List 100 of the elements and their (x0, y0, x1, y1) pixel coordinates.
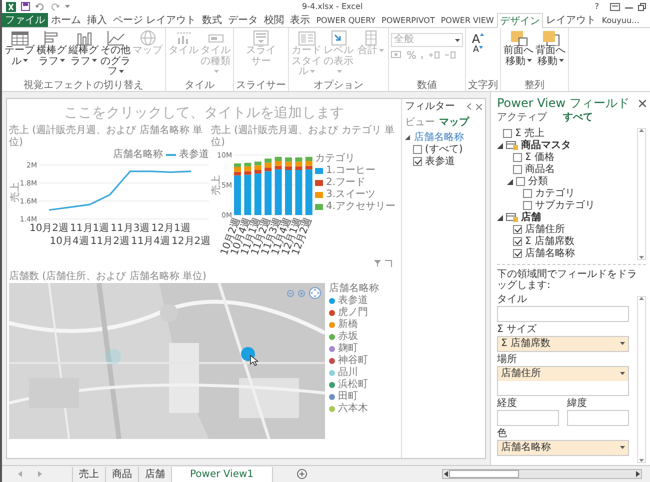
field-label[interactable]: 分類 (528, 176, 548, 188)
group-label: オプション (312, 80, 364, 91)
scroll-up-icon[interactable] (639, 296, 644, 300)
ribbon-options-icon[interactable] (610, 2, 620, 10)
decrease-font-button[interactable]: A (468, 46, 488, 55)
caret-icon (214, 70, 218, 73)
pane-tab[interactable]: アクティブ (497, 112, 547, 124)
close-icon[interactable] (639, 100, 646, 106)
collapse-arrow-icon[interactable] (497, 142, 503, 148)
ribbon-tab[interactable]: POWER QUERY (313, 13, 379, 27)
field-label[interactable]: Σ 価格 (525, 152, 554, 164)
ribbon-tab[interactable]: POWERPIVOT (378, 13, 438, 27)
expand-arrow-icon[interactable] (405, 135, 410, 140)
legend-label: 新橋 (338, 319, 358, 330)
ribbon-tab[interactable]: 挿入 (84, 13, 110, 27)
ribbon-tab[interactable]: デザイン (496, 13, 543, 28)
checkbox[interactable] (513, 225, 522, 234)
field-label[interactable]: カテゴリ (535, 188, 575, 200)
ribbon-button[interactable]: 背面へ移動 (535, 29, 566, 80)
checkbox[interactable] (503, 129, 512, 138)
ribbon-button[interactable]: テーブル (4, 29, 35, 80)
ribbon-button[interactable]: 前面へ移動 (503, 29, 534, 80)
filter-tab[interactable]: ビュー (405, 116, 435, 128)
axis-label: 11月2週 (90, 236, 130, 247)
drop-zone[interactable]: 店舗住所 (497, 366, 629, 396)
ribbon-button[interactable]: その他のグラフ (100, 29, 131, 80)
table-label[interactable]: 店舗 (521, 212, 541, 224)
ribbon-tab[interactable]: ページ レイアウト (110, 13, 200, 27)
previous-sheet-icon[interactable] (18, 471, 22, 477)
save-icon[interactable] (21, 2, 30, 11)
table-label[interactable]: 商品マスタ (521, 140, 571, 152)
window-title: 9-4.xlsx - Excel (301, 2, 364, 12)
currency-icon[interactable] (391, 51, 403, 59)
ribbon-tab[interactable]: データ (225, 13, 262, 27)
undo-icon[interactable] (35, 2, 45, 10)
level-icon (330, 30, 348, 46)
file-tab[interactable]: ファイル (2, 13, 48, 27)
scroll-right-icon[interactable] (635, 471, 641, 477)
decrease-decimal-icon[interactable] (444, 51, 456, 59)
chevron-icon[interactable] (466, 103, 472, 110)
scroll-left-icon[interactable] (443, 471, 449, 477)
sheet-tab[interactable]: 売上 (73, 466, 106, 482)
ribbon-button[interactable]: 横棒グラフ (36, 29, 67, 80)
pop-out-icon[interactable] (384, 260, 392, 267)
ribbon-tab[interactable]: POWER VIEW (438, 13, 497, 27)
checkbox[interactable] (513, 165, 522, 174)
field-label[interactable]: 店舗名略称 (525, 248, 575, 260)
scrollbar[interactable] (637, 296, 646, 463)
scrollbar[interactable] (637, 128, 646, 260)
legend-title: 店舗名略称 (113, 149, 163, 161)
hint-text: 下の領域間でフィールドをドラッグします: (497, 268, 638, 292)
field-label[interactable]: サブカテゴリ (535, 200, 595, 212)
scroll-up-icon[interactable] (639, 128, 644, 132)
filter-icon[interactable] (374, 260, 381, 267)
field-label[interactable]: 商品名 (525, 164, 555, 176)
checkbox[interactable] (513, 237, 522, 246)
collapse-arrow-icon[interactable] (497, 214, 503, 220)
pane-tab[interactable]: すべて (563, 112, 593, 124)
field-chip[interactable]: Σ 店舗席数 (498, 336, 628, 350)
legend-label: 麹町 (338, 343, 358, 354)
ribbon-tab[interactable]: ホーム (48, 13, 84, 27)
field-chip[interactable]: 店舗名略称 (498, 440, 628, 454)
percent-icon[interactable] (407, 51, 416, 59)
field-label[interactable]: Σ 売上 (515, 128, 544, 140)
ribbon-tab[interactable]: 校閲 (261, 13, 288, 27)
restore-icon[interactable] (638, 2, 646, 10)
sheet-tab[interactable]: Power View1 (172, 466, 273, 482)
checkbox[interactable] (413, 157, 422, 166)
checkbox[interactable] (513, 249, 522, 258)
close-icon[interactable] (476, 104, 482, 110)
redo-icon[interactable] (50, 2, 60, 10)
ribbon-tab[interactable]: レイアウト (542, 13, 599, 27)
ribbon-button[interactable]: 縦棒グラフ (68, 29, 99, 80)
next-sheet-icon[interactable] (38, 471, 42, 477)
help-button[interactable]: ? (594, 2, 599, 12)
sheet-tab[interactable]: 商品 (106, 466, 139, 482)
filter-tab[interactable]: マップ (439, 116, 469, 128)
field-chip[interactable]: 店舗住所 (498, 366, 628, 380)
legend-title: 店舗名略称 (329, 283, 379, 294)
scroll-down-icon[interactable] (639, 459, 644, 462)
field-label[interactable]: Σ 店舗席数 (525, 236, 574, 248)
checkbox[interactable] (516, 177, 525, 186)
ribbon-tab[interactable]: 数式 (199, 13, 226, 27)
checkbox[interactable] (413, 145, 422, 154)
scrollbar[interactable] (442, 469, 642, 479)
ribbon-tab[interactable]: 表示 (287, 13, 314, 27)
caret-icon[interactable] (65, 5, 70, 8)
increase-decimal-icon[interactable] (428, 51, 440, 59)
add-sheet-icon[interactable] (296, 468, 307, 479)
account-menu[interactable]: Kouyuu… (598, 13, 643, 27)
slicer-icon (252, 30, 270, 46)
increase-font-button[interactable]: A (468, 33, 488, 45)
scroll-down-icon[interactable] (639, 256, 644, 258)
checkbox[interactable] (523, 189, 532, 198)
filter-field[interactable]: 店舗名略称 (414, 132, 464, 144)
area-label: タイル (497, 294, 528, 306)
collapse-arrow-icon[interactable] (507, 178, 513, 184)
checkbox[interactable] (513, 153, 522, 162)
checkbox[interactable] (523, 201, 532, 210)
field-label[interactable]: 店舗住所 (525, 224, 565, 236)
